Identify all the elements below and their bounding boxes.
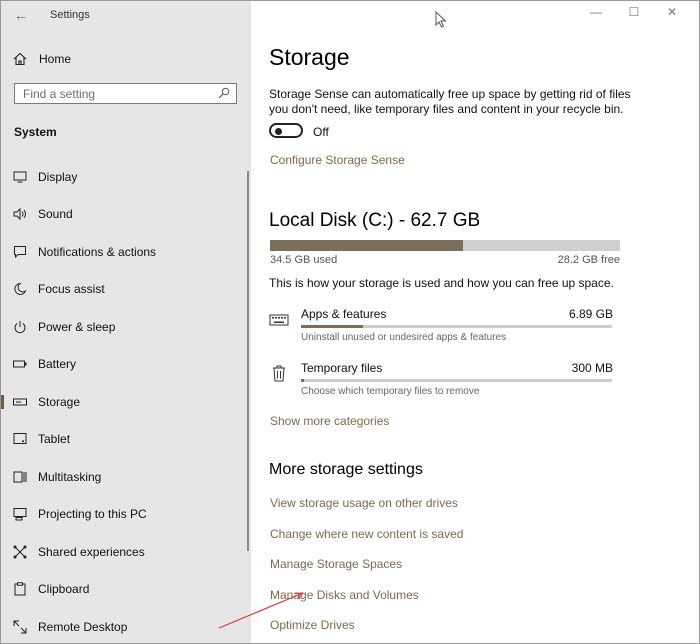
category-usage-fill [301,325,364,328]
maximize-icon[interactable]: ☐ [615,5,653,19]
sidebar-scrollbar[interactable] [247,171,249,551]
sidebar-item-storage[interactable]: Storage [1,387,247,417]
settings-window: ← Settings Home System Display Sound Not… [0,0,700,644]
category-description: Uninstall unused or undesired apps & fea… [301,332,507,343]
sidebar-item-label: Display [38,170,78,184]
usage-description: This is how your storage is used and how… [269,276,614,290]
category-size: 300 MB [571,361,613,375]
show-more-categories-link[interactable]: Show more categories [270,414,389,428]
back-arrow-icon[interactable]: ← [11,6,31,26]
clipboard-icon [13,582,27,596]
sidebar-item-label: Multitasking [38,470,102,484]
toggle-knob [275,127,282,135]
sidebar-item-label: Tablet [38,432,71,446]
battery-icon [13,357,27,371]
notification-icon [13,245,27,259]
sidebar-item-notifications[interactable]: Notifications & actions [1,237,247,267]
page-title: Storage [269,44,350,70]
view-storage-other-drives-link[interactable]: View storage usage on other drives [270,496,458,510]
used-label: 34.5 GB used [270,254,338,266]
disk-usage-fill [270,240,463,251]
sidebar-item-battery[interactable]: Battery [1,349,247,379]
search-input[interactable] [15,84,213,103]
sidebar-item-projecting[interactable]: Projecting to this PC [1,499,247,529]
multitasking-icon [13,470,27,484]
home-nav-item[interactable]: Home [13,47,71,71]
sidebar-item-remote-desktop[interactable]: Remote Desktop [1,612,247,642]
search-icon[interactable] [218,87,230,99]
storage-icon [13,395,27,409]
sidebar-item-label: Power & sleep [38,320,116,334]
sidebar: ← Settings Home System Display Sound Not… [1,1,251,643]
sidebar-item-label: Shared experiences [38,545,145,559]
category-usage-fill [301,379,305,382]
free-label: 28.2 GB free [557,254,620,266]
sidebar-item-shared-experiences[interactable]: Shared experiences [1,537,247,567]
keyboard-icon [269,314,289,326]
close-icon[interactable]: ✕ [653,5,691,19]
search-box[interactable] [14,83,237,104]
remote-desktop-icon [13,620,27,634]
sidebar-item-label: Focus assist [38,282,105,296]
disk-usage-bar [270,240,620,251]
manage-storage-spaces-link[interactable]: Manage Storage Spaces [270,557,402,571]
category-name: Temporary files [301,361,383,375]
category-usage-bar [301,379,612,382]
sidebar-item-label: Remote Desktop [38,620,128,634]
more-storage-settings-title: More storage settings [269,461,423,478]
annotation-arrow [218,592,304,629]
power-icon [13,320,27,334]
sidebar-item-power-sleep[interactable]: Power & sleep [1,312,247,342]
minimize-icon[interactable]: — [577,5,615,19]
sidebar-item-label: Battery [38,357,77,371]
change-new-content-location-link[interactable]: Change where new content is saved [270,527,463,541]
toggle-state-label: Off [313,125,329,139]
sidebar-item-clipboard[interactable]: Clipboard [1,574,247,604]
category-description: Choose which temporary files to remove [301,386,480,397]
category-size: 6.89 GB [568,307,613,321]
sidebar-item-sound[interactable]: Sound [1,199,247,229]
category-usage-bar [301,325,612,328]
storage-sense-description-line2: you don't need, like temporary files and… [269,102,624,116]
tablet-icon [13,432,27,446]
sidebar-item-display[interactable]: Display [1,162,247,192]
disk-title: Local Disk (C:) - 62.7 GB [269,210,481,231]
configure-storage-sense-link[interactable]: Configure Storage Sense [270,153,405,167]
category-temporary-files[interactable]: Temporary files 300 MB Choose which temp… [269,361,613,401]
sidebar-item-label: Sound [38,207,73,221]
sidebar-item-label: Storage [38,395,81,409]
main-content: — ☐ ✕ Storage Storage Sense can automati… [251,1,699,643]
home-icon [13,52,27,66]
mouse-cursor-icon [435,11,447,28]
titlebar-left: ← Settings [1,1,251,31]
sidebar-item-label: Notifications & actions [38,245,157,259]
projecting-icon [13,507,27,521]
sidebar-item-tablet[interactable]: Tablet [1,424,247,454]
storage-sense-description-line1: Storage Sense can automatically free up … [269,87,631,101]
trash-icon [273,365,285,382]
section-title: System [14,125,57,139]
sidebar-item-multitasking[interactable]: Multitasking [1,462,247,492]
window-controls: — ☐ ✕ [577,5,691,19]
app-title: Settings [50,9,90,21]
monitor-icon [13,170,27,184]
category-apps-features[interactable]: Apps & features 6.89 GB Uninstall unused… [269,307,613,347]
sidebar-item-focus-assist[interactable]: Focus assist [1,274,247,304]
sidebar-item-label: Projecting to this PC [38,507,147,521]
moon-icon [13,282,27,296]
sidebar-item-label: Clipboard [38,582,90,596]
shared-experiences-icon [13,545,27,559]
storage-sense-toggle[interactable] [269,123,303,138]
category-name: Apps & features [301,307,387,321]
home-label: Home [39,52,72,66]
speaker-icon [13,207,27,221]
active-indicator [1,395,4,409]
